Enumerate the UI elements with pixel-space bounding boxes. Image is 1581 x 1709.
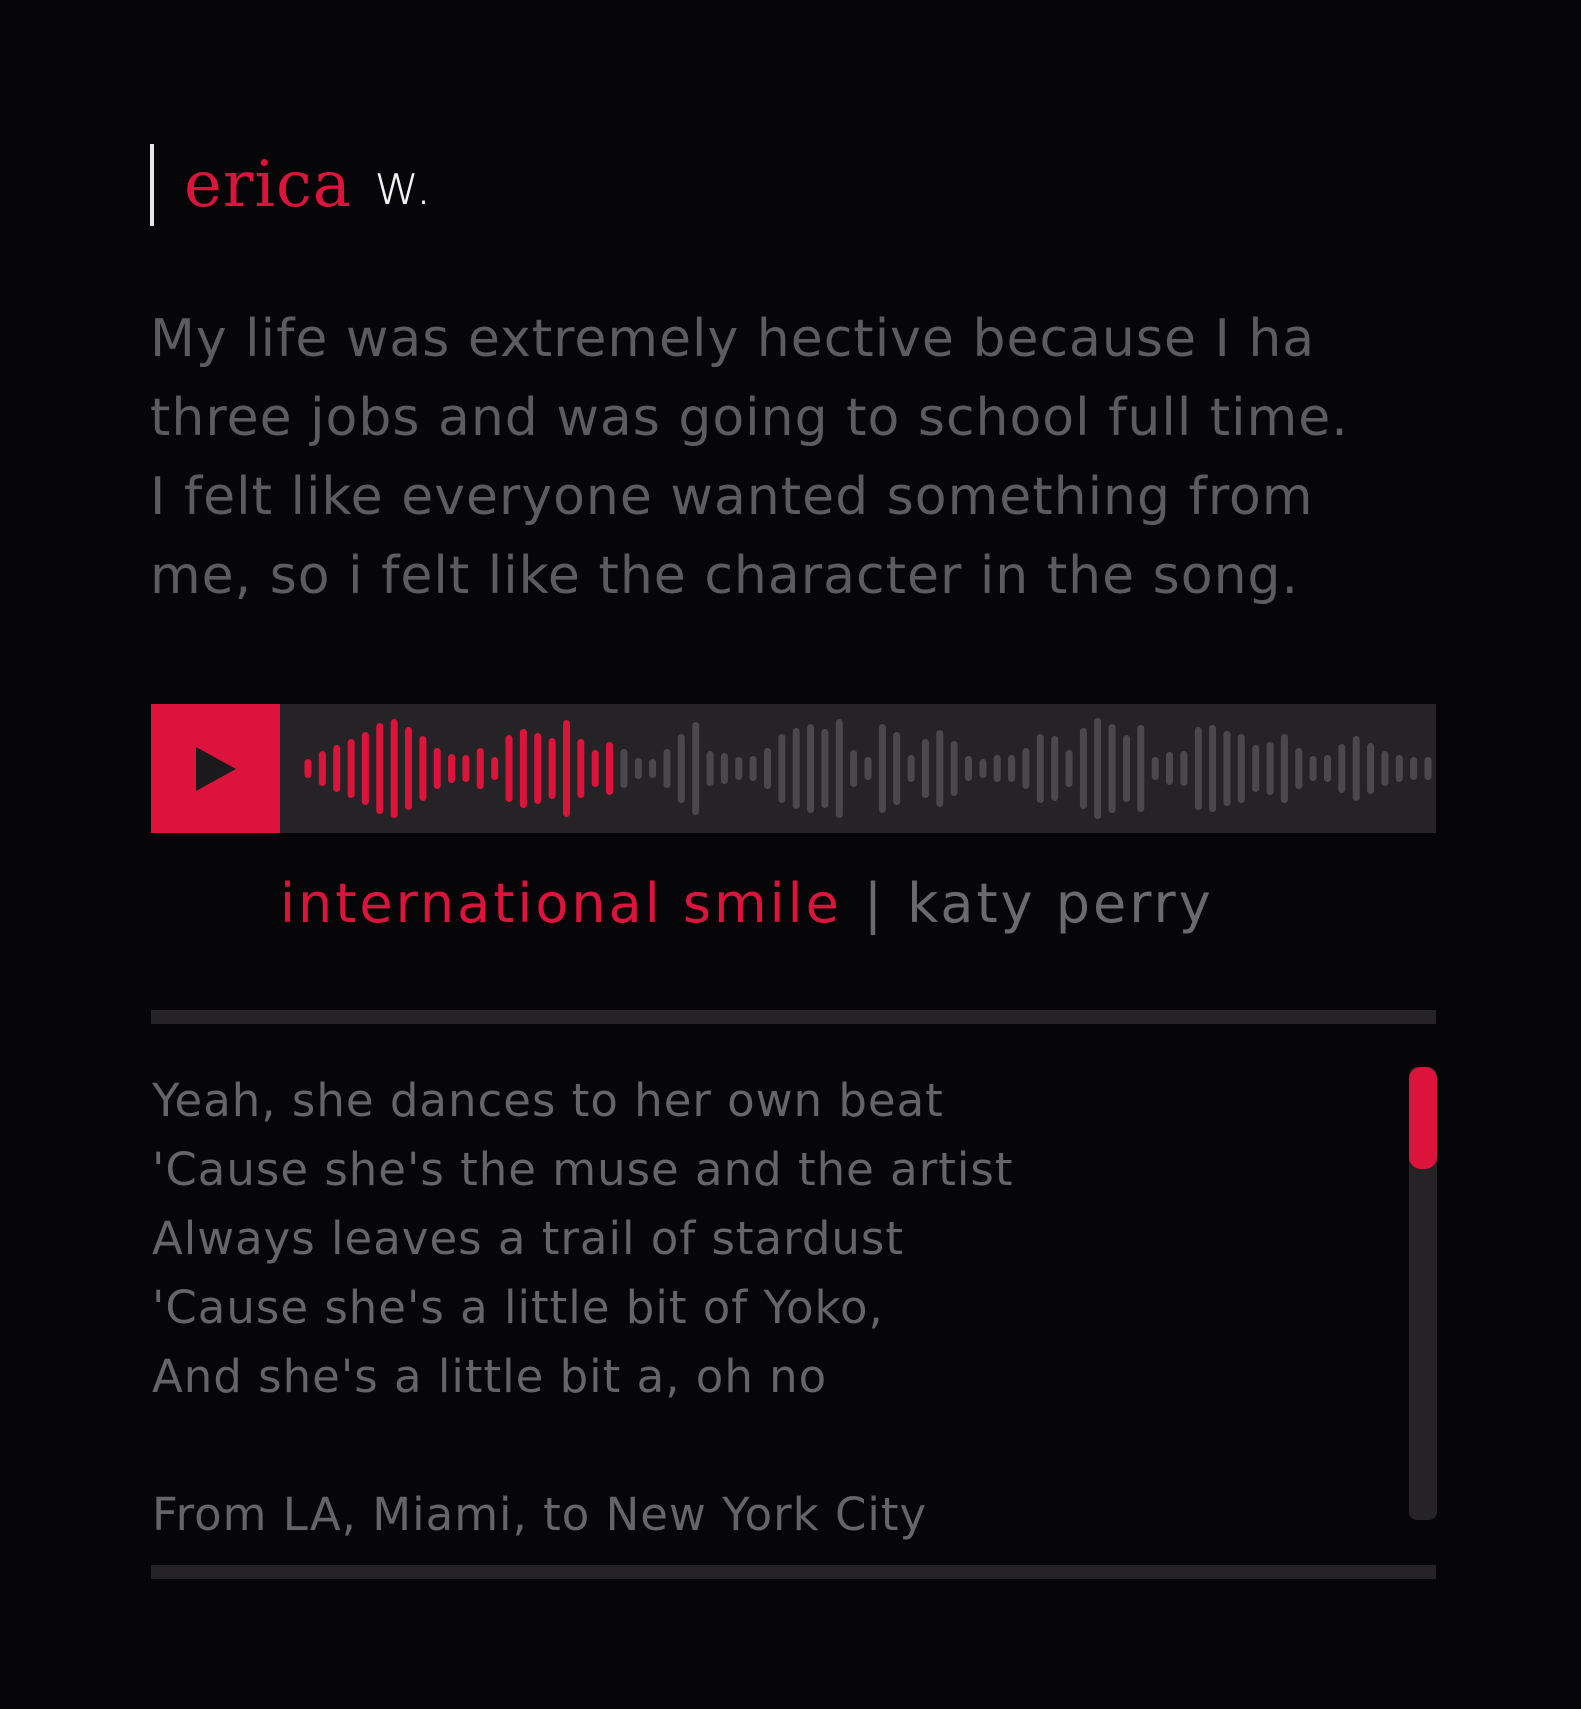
lyric-line: And she's a little bit a, oh no: [152, 1350, 828, 1403]
story-text: My life was extremely hective because I …: [150, 300, 1450, 616]
lyrics-bottom-divider: [151, 1565, 1436, 1579]
song-separator: |: [863, 871, 886, 935]
lyrics-scrollbar-thumb[interactable]: [1409, 1067, 1437, 1169]
first-name: erica: [184, 148, 352, 222]
page: erica w. My life was extremely hective b…: [0, 0, 1581, 1709]
lyric-line: 'Cause she's a little bit of Yoko,: [152, 1281, 884, 1334]
last-name: w.: [373, 152, 433, 218]
profile-header: erica w.: [150, 142, 432, 228]
story-line: three jobs and was going to school full …: [150, 388, 1349, 448]
play-icon: [195, 746, 236, 791]
lyrics-top-divider: [151, 1010, 1436, 1024]
song-artist: katy perry: [907, 871, 1214, 935]
waveform-graphic: [304, 718, 1432, 819]
lyrics-scrollbar-track[interactable]: [1409, 1067, 1437, 1520]
waveform-seekbar[interactable]: [280, 704, 1436, 833]
lyric-line-blank: [152, 1411, 1352, 1480]
story-line: me, so i felt like the character in the …: [150, 546, 1300, 606]
lyric-line: Yeah, she dances to her own beat: [152, 1074, 944, 1127]
lyric-line: From LA, Miami, to New York City: [152, 1488, 928, 1541]
lyric-line: Always leaves a trail of stardust: [152, 1212, 905, 1265]
lyrics-panel[interactable]: Yeah, she dances to her own beat 'Cause …: [152, 1066, 1352, 1549]
story-line: My life was extremely hective because I …: [150, 309, 1316, 369]
song-caption: international smile | katy perry: [280, 868, 1214, 938]
story-line: I felt like everyone wanted something fr…: [150, 467, 1314, 527]
name-accent-bar: [150, 144, 154, 226]
lyric-line: 'Cause she's the muse and the artist: [152, 1143, 1014, 1196]
play-button[interactable]: [151, 704, 280, 833]
audio-player: [151, 704, 1436, 833]
song-title: international smile: [280, 871, 842, 935]
